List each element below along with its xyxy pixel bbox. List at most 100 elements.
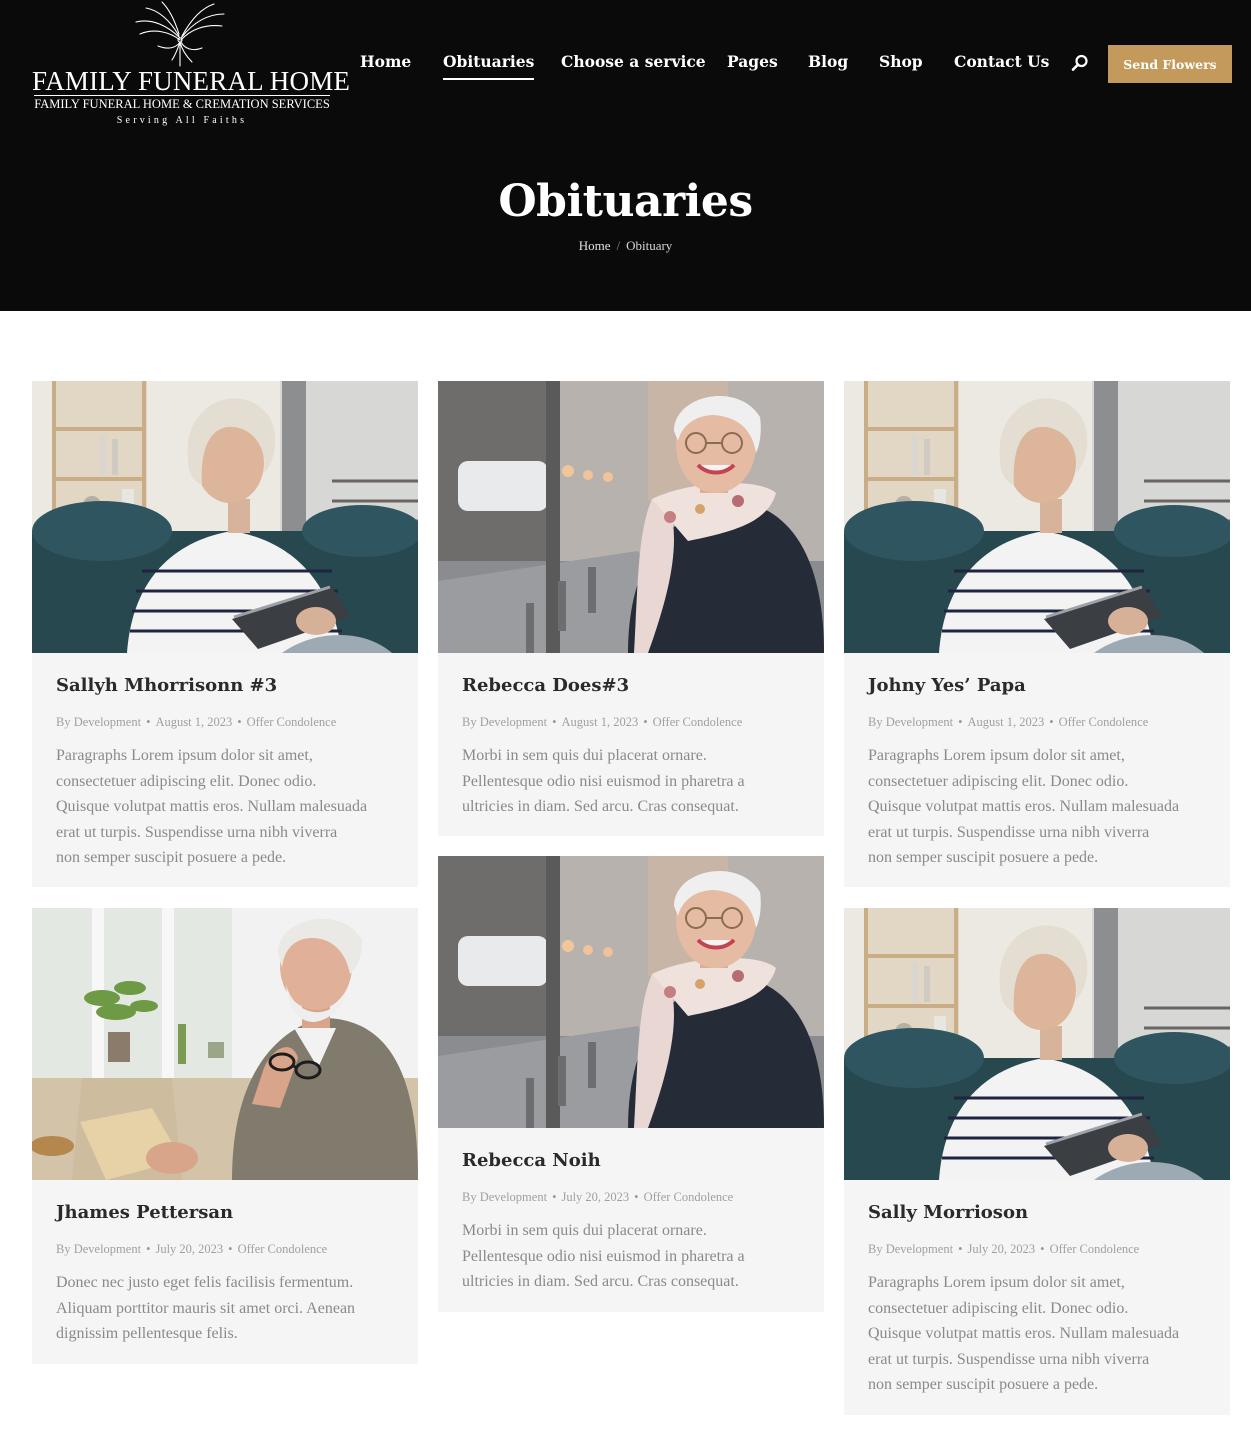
logo-title: FAMILY FUNERAL HOME — [32, 66, 351, 96]
card-excerpt: Morbi in sem quis dui placerat ornare. P… — [462, 1218, 804, 1295]
nav-item-contact-us[interactable]: Contact Us — [954, 52, 1049, 71]
date-link[interactable]: August 1, 2023 — [155, 715, 232, 729]
excerpt-line: Paragraphs Lorem ipsum dolor sit amet, — [868, 1274, 1125, 1291]
card-excerpt: Paragraphs Lorem ipsum dolor sit amet, c… — [56, 743, 398, 871]
excerpt-line: ultricies in diam. Sed arcu. Cras conseq… — [462, 798, 739, 815]
post-meta: By Development • July 20, 2023 • Offer Condo… — [462, 1190, 733, 1205]
excerpt-line: non semper suscipit posuere a pede. — [868, 1376, 1099, 1393]
meta-separator: • — [228, 1242, 233, 1256]
obituary-card: Rebecca Does#3 By Development • August 1, … — [438, 381, 824, 836]
excerpt-line: non semper suscipit posuere a pede. — [868, 849, 1099, 866]
date-link[interactable]: August 1, 2023 — [967, 715, 1044, 729]
excerpt-line: Quisque volutpat mattis eros. Nullam mal… — [868, 1325, 1180, 1342]
nav-item-shop[interactable]: Shop — [879, 52, 923, 71]
post-meta: By Development • August 1, 2023 • Offer Cond… — [56, 715, 336, 730]
site-logo[interactable]: FAMILY FUNERAL HOME FAMILY FUNERAL HOME … — [32, 0, 351, 130]
card-title-link[interactable]: Jhames Pettersan — [56, 1202, 233, 1223]
dove-logo-icon — [135, 1, 225, 67]
meta-separator: • — [237, 715, 242, 729]
nav-item-home[interactable]: Home — [360, 52, 411, 71]
obituary-photo[interactable] — [32, 908, 418, 1180]
post-meta: By Development • July 20, 2023 • Offer Condo… — [56, 1242, 327, 1257]
card-excerpt: Morbi in sem quis dui placerat ornare. P… — [462, 743, 804, 820]
send-flowers-button[interactable]: Send Flowers — [1108, 45, 1232, 83]
site-header: FAMILY FUNERAL HOME FAMILY FUNERAL HOME … — [0, 0, 1251, 311]
post-meta: By Development • August 1, 2023 • Offer Cond… — [868, 715, 1148, 730]
nav-item-choose-a-service[interactable]: Choose a service — [561, 52, 706, 71]
author-link[interactable]: By Development — [868, 1242, 953, 1256]
post-meta: By Development • July 20, 2023 • Offer Condo… — [868, 1242, 1139, 1257]
author-link[interactable]: By Development — [462, 715, 547, 729]
meta-separator: • — [958, 1242, 963, 1256]
excerpt-line: erat ut turpis. Suspendisse urna nibh vi… — [56, 823, 338, 841]
meta-separator: • — [146, 1242, 151, 1256]
meta-separator: • — [146, 715, 151, 729]
breadcrumb-current: Obituary — [626, 238, 673, 253]
breadcrumb: Home / Obituary — [0, 238, 1251, 254]
date-link[interactable]: July 20, 2023 — [967, 1242, 1035, 1256]
author-link[interactable]: By Development — [56, 715, 141, 729]
breadcrumb-separator: / — [616, 238, 621, 253]
meta-separator: • — [958, 715, 963, 729]
meta-separator: • — [1040, 1242, 1045, 1256]
offer-condolence-link[interactable]: Offer Condolence — [653, 715, 743, 729]
offer-condolence-link[interactable]: Offer Condolence — [1050, 1242, 1140, 1256]
offer-condolence-link[interactable]: Offer Condolence — [1059, 715, 1149, 729]
obituary-photo[interactable] — [438, 856, 824, 1128]
excerpt-line: Quisque volutpat mattis eros. Nullam mal… — [56, 798, 368, 815]
card-title-link[interactable]: Rebecca Noih — [462, 1150, 601, 1171]
excerpt-line: consectetuer adipiscing elit. Donec odio… — [56, 772, 317, 790]
nav-item-pages[interactable]: Pages — [727, 52, 778, 71]
date-link[interactable]: August 1, 2023 — [561, 715, 638, 729]
author-link[interactable]: By Development — [462, 1190, 547, 1204]
obituary-card: Johny Yes’ Papa By Development • August 1,… — [844, 381, 1230, 887]
card-title-link[interactable]: Johny Yes’ Papa — [868, 675, 1026, 696]
obituary-photo[interactable] — [32, 381, 418, 653]
meta-separator: • — [634, 1190, 639, 1204]
obituary-photo[interactable] — [844, 908, 1230, 1180]
nav-item-obituaries[interactable]: Obituaries — [443, 52, 535, 80]
excerpt-line: ultricies in diam. Sed arcu. Cras conseq… — [462, 1273, 739, 1290]
excerpt-line: consectetuer adipiscing elit. Donec odio… — [868, 772, 1129, 790]
meta-separator: • — [643, 715, 648, 729]
breadcrumb-home-link[interactable]: Home — [579, 238, 611, 253]
card-title-link[interactable]: Sallyh Mhorrisonn #3 — [56, 675, 277, 696]
obituary-card: Jhames Pettersan By Development • July 20,… — [32, 908, 418, 1364]
excerpt-line: Pellentesque odio nisi euismod in pharet… — [462, 772, 745, 790]
card-excerpt: Donec nec justo eget felis facilisis fer… — [56, 1270, 398, 1347]
excerpt-line: Pellentesque odio nisi euismod in pharet… — [462, 1247, 745, 1265]
card-excerpt: Paragraphs Lorem ipsum dolor sit amet, c… — [868, 743, 1210, 871]
excerpt-line: Donec nec justo eget felis facilisis fer… — [56, 1274, 354, 1291]
card-title-link[interactable]: Rebecca Does#3 — [462, 675, 629, 696]
obituary-photo[interactable] — [844, 381, 1230, 653]
card-title-link[interactable]: Sally Morrioson — [868, 1202, 1028, 1223]
offer-condolence-link[interactable]: Offer Condolence — [644, 1190, 734, 1204]
excerpt-line: Morbi in sem quis dui placerat ornare. — [462, 1222, 707, 1239]
obituary-card: Sallyh Mhorrisonn #3 By Development • Augu… — [32, 381, 418, 887]
date-link[interactable]: July 20, 2023 — [561, 1190, 629, 1204]
obituary-card: Rebecca Noih By Development • July 20, 202… — [438, 856, 824, 1312]
card-excerpt: Paragraphs Lorem ipsum dolor sit amet, c… — [868, 1270, 1210, 1398]
meta-separator: • — [552, 1190, 557, 1204]
post-meta: By Development • August 1, 2023 • Offer Cond… — [462, 715, 742, 730]
excerpt-line: erat ut turpis. Suspendisse urna nibh vi… — [868, 1350, 1150, 1368]
obituary-card: Sally Morrioson By Development • July 20, … — [844, 908, 1230, 1415]
excerpt-line: Paragraphs Lorem ipsum dolor sit amet, — [56, 747, 313, 764]
date-link[interactable]: July 20, 2023 — [155, 1242, 223, 1256]
logo-subtitle: FAMILY FUNERAL HOME & CREMATION SERVICES — [34, 97, 330, 111]
excerpt-line: Morbi in sem quis dui placerat ornare. — [462, 747, 707, 764]
nav-item-blog[interactable]: Blog — [808, 52, 848, 71]
logo-tagline: Serving All Faiths — [116, 115, 248, 126]
meta-separator: • — [1049, 715, 1054, 729]
offer-condolence-link[interactable]: Offer Condolence — [238, 1242, 328, 1256]
author-link[interactable]: By Development — [868, 715, 953, 729]
excerpt-line: non semper suscipit posuere a pede. — [56, 849, 287, 866]
meta-separator: • — [552, 715, 557, 729]
excerpt-line: Paragraphs Lorem ipsum dolor sit amet, — [868, 747, 1125, 764]
excerpt-line: dignissim pellentesque felis. — [56, 1325, 238, 1342]
search-icon[interactable] — [1070, 53, 1090, 73]
obituary-photo[interactable] — [438, 381, 824, 653]
logo-divider — [34, 95, 330, 96]
author-link[interactable]: By Development — [56, 1242, 141, 1256]
offer-condolence-link[interactable]: Offer Condolence — [247, 715, 337, 729]
